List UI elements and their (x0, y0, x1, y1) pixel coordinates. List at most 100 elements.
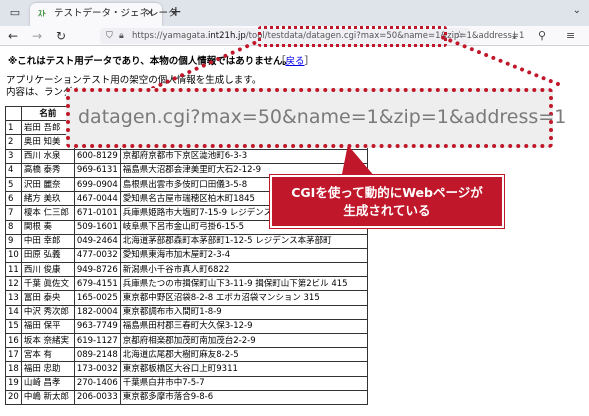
postal-code-cell: 619-1127 (73, 332, 121, 349)
back-link-container: ［戻る］ (276, 53, 314, 67)
postal-code-cell: 600-8129 (73, 148, 121, 164)
row-number-cell: 14 (5, 304, 22, 320)
table-row: 3 西川 水泉 600-8129 京都府京都市下京区澁池町6-3-3 (5, 148, 368, 164)
table-row: 20 中嶋 新太郎 206-0033 東京都多摩市落合9-8-6 (5, 389, 368, 405)
data-table: 名前 1 岩田 吾郎 2 奥田 知美 3 西川 水泉 600-8129 京都府京都市下京区澁池… (5, 105, 368, 405)
menu-icon[interactable]: ≡ (566, 29, 575, 43)
postal-code-cell: 049-2464 (73, 233, 121, 249)
postal-code-cell: 477-0032 (73, 247, 121, 264)
person-name-cell: 関根 奏 (20, 219, 75, 235)
table-row: 17 宮本 有 089-2148 北海道広尾郡大樹町麻友8-2-5 (5, 347, 368, 363)
table-row: 9 中田 幸郎 049-2464 北海道茅部郡森町本茅部町1-12-5 レジデンス本茅… (5, 233, 368, 249)
row-number-cell: 1 (5, 120, 22, 136)
favicon-icon: ｽﾄ (38, 9, 46, 18)
callout-line-2: 生成されている (343, 202, 431, 218)
person-name-cell: 中沢 秀次郎 (20, 304, 75, 320)
table-row: 16 坂本 奈緒実 619-1127 京都府相楽郡加茂町南加茂台2-2-9 (5, 332, 368, 349)
tab-active[interactable]: ｽﾄ テストデータ・ジェネレータ ✕ (30, 3, 178, 26)
url-domain: int21h.jp (208, 31, 246, 41)
row-number-cell: 11 (5, 262, 22, 278)
postal-code-cell: 963-7749 (73, 318, 121, 335)
tab-list-icon[interactable]: ▭ (4, 4, 26, 22)
postal-code-cell: 089-2148 (73, 347, 121, 363)
person-name-cell: 緒方 美玖 (20, 191, 75, 207)
postal-code-cell: 467-0044 (73, 191, 121, 207)
tab-title: テストデータ・ジェネレータ (54, 8, 178, 19)
address-cell: 愛知県東海市加木屋町2-3-4 (119, 247, 368, 264)
table-row: 15 福田 保平 963-7749 福島県田村郡三春町大久保3-12-9 (5, 318, 368, 335)
postal-code-cell: 679-4151 (73, 276, 121, 292)
address-cell: 千葉県白井市中7-5-7 (119, 375, 368, 391)
postal-code-cell: 969-6131 (73, 162, 121, 178)
table-row: 19 山崎 昌孝 270-1406 千葉県白井市中7-5-7 (5, 375, 368, 391)
address-cell: 北海道広尾郡大樹町麻友8-2-5 (119, 347, 368, 363)
callout-line-1: CGIを使って動的にWebページが (291, 184, 483, 200)
person-name-cell: 福田 忠助 (20, 361, 75, 377)
table-row: 18 福田 忠助 173-0032 東京都板橋区大谷口上町9311 (5, 361, 368, 377)
postal-code-cell: 206-0033 (73, 389, 121, 405)
person-name-cell: 榎本 仁三郎 (20, 205, 75, 221)
table-row: 12 千葉 眞佐文 679-4151 兵庫県たつの市揖保町山下3-11-9 揖保町山下… (5, 276, 368, 292)
address-cell: 東京都板橋区大谷口上町9311 (119, 361, 368, 377)
postal-code-cell: 182-0004 (73, 304, 121, 320)
zoomed-url-box: datagen.cgi?max=50&name=1&zip=1&address=… (66, 88, 566, 148)
postal-code-cell: 173-0032 (73, 361, 121, 377)
bracket-close: ］ (304, 56, 315, 67)
row-number-cell: 17 (5, 347, 22, 363)
address-cell: 北海道茅部郡森町本茅部町1-12-5 レジデンス本茅部町 (119, 233, 368, 249)
row-number-cell: 15 (5, 318, 22, 335)
shield-icon[interactable]: ⛉ (106, 29, 113, 43)
download-icon[interactable]: ⤓ (512, 29, 517, 43)
lock-icon[interactable]: 🔒︎ (119, 29, 124, 43)
forward-arrow-icon[interactable]: → (32, 28, 42, 44)
postal-code-cell: 949-8726 (73, 262, 121, 278)
address-cell: 福島県田村郡三春町大久保3-12-9 (119, 318, 368, 335)
postal-code-cell: 671-0101 (73, 205, 121, 221)
extensions-icon[interactable]: ⚲ (538, 29, 546, 43)
close-icon[interactable]: ✕ (146, 7, 154, 21)
address-cell: 新潟県小千谷市真人町6822 (119, 262, 368, 278)
person-name-cell: 西川 俊康 (20, 262, 75, 278)
person-name-cell: 沢田 麗奈 (20, 176, 75, 193)
row-number-cell: 6 (5, 191, 22, 207)
address-cell: 兵庫県たつの市揖保町山下3-11-9 揖保町山下第2ビル 415 (119, 276, 368, 292)
table-row: 14 中沢 秀次郎 182-0004 東京都調布市入間町1-8-9 (5, 304, 368, 320)
person-name-cell: 西川 水泉 (20, 148, 75, 164)
table-row: 11 西川 俊康 949-8726 新潟県小千谷市真人町6822 (5, 262, 368, 278)
person-name-cell: 山崎 昌孝 (20, 375, 75, 391)
postal-code-cell: 165-0025 (73, 290, 121, 306)
person-name-cell: 田原 弘義 (20, 247, 75, 264)
address-cell: 東京都多摩市落合9-8-6 (119, 389, 368, 405)
person-name-cell: 福田 保平 (20, 318, 75, 335)
table-row: 13 冨田 泰央 165-0025 東京都中野区沼袋8-2-8 エボカ沼袋マンション … (5, 290, 368, 306)
row-number-cell: 9 (5, 233, 22, 249)
header-cell (5, 105, 22, 122)
person-name-cell: 冨田 泰央 (20, 290, 75, 306)
callout-box: CGIを使って動的にWebページが 生成されている (269, 174, 505, 229)
table-row: 10 田原 弘義 477-0032 愛知県東海市加木屋町2-3-4 (5, 247, 368, 264)
row-number-cell: 7 (5, 205, 22, 221)
person-name-cell: 坂本 奈緒実 (20, 332, 75, 349)
address-cell: 京都府相楽郡加茂町南加茂台2-2-9 (119, 332, 368, 349)
address-cell: 東京都中野区沼袋8-2-8 エボカ沼袋マンション 315 (119, 290, 368, 306)
address-cell: 東京都調布市入間町1-8-9 (119, 304, 368, 320)
row-number-cell: 4 (5, 162, 22, 178)
postal-code-cell: 509-1601 (73, 219, 121, 235)
row-number-cell: 2 (5, 134, 22, 150)
chevron-down-icon[interactable]: ⌄ (573, 5, 581, 16)
back-arrow-icon[interactable]: ← (8, 28, 18, 44)
row-number-cell: 13 (5, 290, 22, 306)
reload-icon[interactable]: ↻ (56, 28, 66, 44)
tab-bar: ▭ ｽﾄ テストデータ・ジェネレータ ✕ + ⌄ (0, 0, 589, 26)
url-highlight-box (258, 26, 447, 47)
row-number-cell: 12 (5, 276, 22, 292)
bracket-open: ［ (276, 56, 286, 67)
row-number-cell: 18 (5, 361, 22, 377)
row-number-cell: 10 (5, 247, 22, 264)
person-name-cell: 千葉 眞佐文 (20, 276, 75, 292)
row-number-cell: 20 (5, 389, 22, 405)
zoomed-url-text: datagen.cgi?max=50&name=1&zip=1&address=… (78, 106, 567, 128)
person-name-cell: 高橋 泰秀 (20, 162, 75, 178)
back-link[interactable]: 戻る (286, 56, 305, 67)
new-tab-icon[interactable]: + (170, 3, 182, 21)
